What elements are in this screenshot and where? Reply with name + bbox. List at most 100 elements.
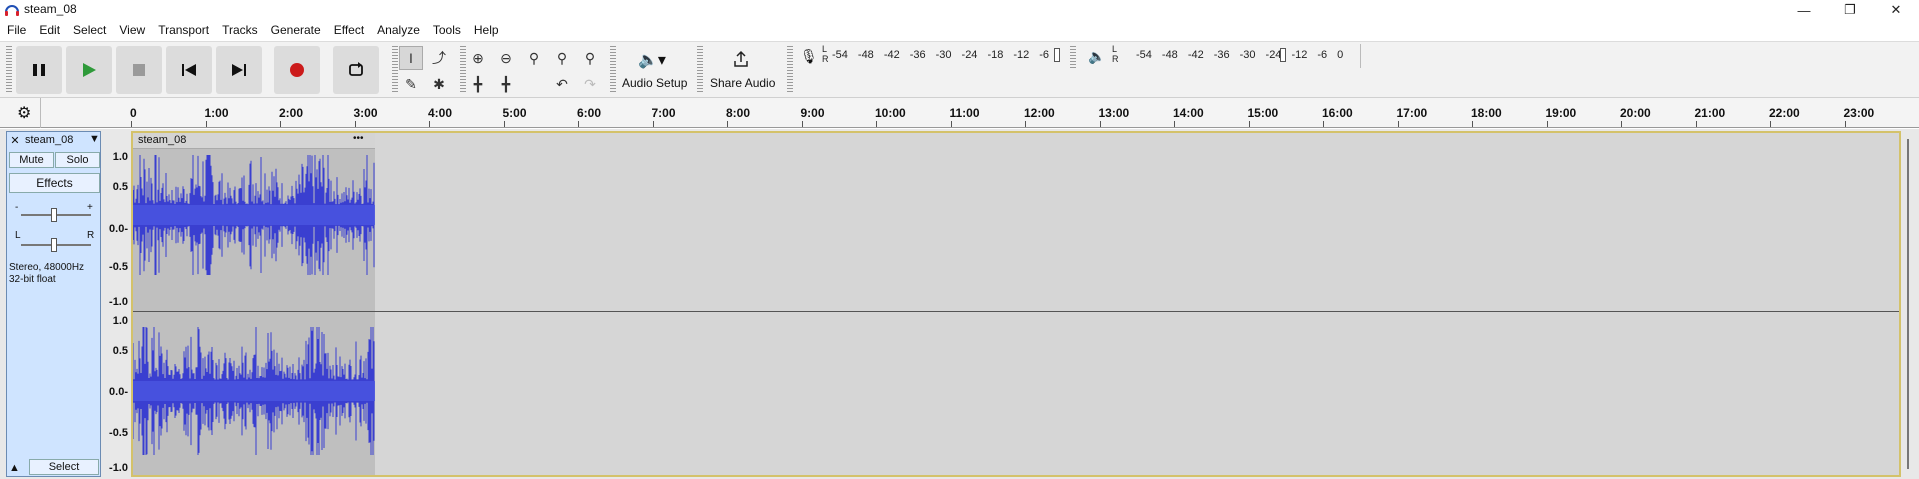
audio-setup-button[interactable]: 🔈▾ Audio Setup — [618, 46, 690, 96]
pencil-icon: ✎ — [405, 75, 417, 92]
solo-button[interactable]: Solo — [55, 152, 100, 168]
ruler-tick — [652, 121, 654, 127]
record-meter-slider-thumb[interactable] — [1054, 48, 1060, 62]
audio-setup-label: Audio Setup — [622, 76, 688, 90]
play-icon — [83, 63, 96, 77]
track-control-panel[interactable]: ✕ steam_08 ▼ Mute Solo Effects - + L R S… — [6, 131, 101, 477]
gain-slider-thumb[interactable] — [51, 208, 57, 222]
mute-button[interactable]: Mute — [9, 152, 54, 168]
playback-meter-slider-thumb[interactable] — [1280, 48, 1286, 62]
undo-button[interactable]: ↶ — [550, 72, 574, 96]
zoom-out-button[interactable]: ⊖ — [494, 46, 518, 70]
record-button[interactable] — [274, 46, 320, 94]
menu-edit[interactable]: Edit — [32, 20, 66, 41]
envelope-tool-button[interactable]: ⤴ — [427, 46, 451, 70]
menu-analyze[interactable]: Analyze — [370, 20, 426, 41]
ruler-tick-label: 3:00 — [353, 106, 378, 120]
ruler-tick-label: 15:00 — [1247, 106, 1279, 120]
fit-project-button[interactable]: ⚲ — [550, 46, 574, 70]
toolbar-grip[interactable] — [392, 46, 398, 94]
zoom-toggle-icon: ⚲ — [584, 49, 596, 66]
ruler-tick-label: 16:00 — [1322, 106, 1353, 120]
record-meter[interactable]: -54 -48 -42 -36 -30 -24 -18 -12 -6 — [832, 47, 1062, 63]
close-icon[interactable]: ✕ — [1873, 0, 1919, 20]
ruler-tick-label: 19:00 — [1545, 106, 1577, 120]
ruler-tick-label: 2:00 — [279, 106, 304, 120]
silence-audio-button[interactable]: ╋ — [494, 72, 518, 96]
microphone-icon[interactable]: 🎙 — [800, 48, 818, 65]
effects-button[interactable]: Effects — [9, 173, 100, 193]
ruler-tick — [801, 121, 803, 127]
toolbar-grip[interactable] — [1070, 46, 1076, 70]
toolbar-grip[interactable] — [6, 46, 12, 94]
ruler-tick-label: 10:00 — [875, 106, 906, 120]
ruler-tick-label: 5:00 — [502, 106, 527, 120]
clip-header[interactable]: steam_08 ••• — [133, 133, 375, 149]
track-format-bits: 32-bit float — [9, 274, 56, 285]
trim-audio-button[interactable]: ╋ — [466, 72, 490, 96]
scale-label: -0.5 — [109, 261, 128, 273]
stop-button[interactable] — [116, 46, 162, 94]
pan-left-label: L — [15, 230, 21, 241]
menu-help[interactable]: Help — [467, 20, 505, 41]
redo-button[interactable]: ↷ — [578, 72, 602, 96]
ruler-tick — [503, 121, 505, 127]
playback-meter[interactable]: -54 -48 -42 -36 -30 -24 -12 -6 0 — [1136, 47, 1361, 63]
draw-tool-button[interactable]: ✎ — [399, 72, 423, 96]
ruler-tick — [429, 121, 430, 127]
skip-to-end-button[interactable] — [216, 46, 262, 94]
timeline-settings-gear-icon[interactable]: ⚙ — [17, 103, 31, 123]
ruler-tick-label: 8:00 — [726, 106, 751, 120]
toolbar: I ⤴ ✎ ✱ ⊕ ⊖ ⚲ ⚲ ⚲ ╋ ╋ ↶ ↷ 🔈▾ Audio Setup… — [0, 41, 1919, 98]
pan-slider-thumb[interactable] — [51, 238, 57, 252]
toolbar-grip[interactable] — [610, 46, 616, 94]
ruler-tick — [1695, 121, 1697, 127]
zoom-toggle-button[interactable]: ⚲ — [578, 46, 602, 70]
track-name-label[interactable]: steam_08 — [25, 134, 73, 146]
play-button[interactable] — [66, 46, 112, 94]
ruler-tick-label: 12:00 — [1024, 106, 1055, 120]
ruler-tick — [205, 121, 207, 127]
loop-button[interactable] — [333, 46, 379, 94]
menu-view[interactable]: View — [112, 20, 151, 41]
audio-clip[interactable]: steam_08 ••• — [133, 133, 375, 475]
menu-effect[interactable]: Effect — [327, 20, 370, 41]
pause-button[interactable] — [16, 46, 62, 94]
collapse-track-icon[interactable]: ▲ — [9, 462, 20, 474]
fit-selection-button[interactable]: ⚲ — [522, 46, 546, 70]
menu-tools[interactable]: Tools — [426, 20, 467, 41]
ruler-tick-label: 23:00 — [1843, 106, 1875, 120]
menu-generate[interactable]: Generate — [264, 20, 327, 41]
close-track-icon[interactable]: ✕ — [9, 134, 21, 148]
record-meter-tick: -24 — [961, 49, 978, 61]
track-canvas[interactable]: steam_08 ••• — [131, 131, 1901, 477]
restore-icon[interactable]: ❐ — [1827, 0, 1873, 20]
ruler-tick — [280, 121, 281, 127]
menu-file[interactable]: File — [0, 20, 32, 41]
skip-end-icon — [232, 64, 246, 76]
toolbar-grip[interactable] — [787, 46, 793, 94]
select-track-button[interactable]: Select — [29, 459, 99, 475]
vertical-scrollbar[interactable] — [1907, 139, 1909, 469]
playback-speaker-icon[interactable]: 🔈 — [1088, 48, 1105, 65]
zoom-in-button[interactable]: ⊕ — [466, 46, 490, 70]
record-icon — [290, 63, 304, 77]
menu-tracks[interactable]: Tracks — [215, 20, 264, 41]
clip-menu-icon[interactable]: ••• — [353, 133, 364, 144]
ruler-tick-label: 20:00 — [1620, 106, 1651, 120]
multi-tool-button[interactable]: ✱ — [427, 72, 451, 96]
minimize-icon[interactable]: — — [1781, 0, 1827, 20]
toolbar-grip[interactable] — [697, 46, 703, 94]
ruler-tick — [131, 121, 132, 127]
track-menu-dropdown-icon[interactable]: ▼ — [89, 133, 100, 145]
menu-select[interactable]: Select — [66, 20, 112, 41]
menu-transport[interactable]: Transport — [151, 20, 215, 41]
ruler-tick-label: 4:00 — [428, 106, 453, 120]
share-audio-button[interactable]: Share Audio — [706, 46, 776, 96]
record-meter-tick: -36 — [909, 49, 926, 61]
skip-to-start-button[interactable] — [166, 46, 212, 94]
meter-r-label: R — [822, 54, 829, 64]
selection-tool-button[interactable]: I — [399, 46, 423, 70]
timeline-ruler[interactable]: ⚙ 0 1:00 2:00 3:00 4:00 5:00 6:00 7:00 8:00 9:00 1… — [0, 98, 1919, 128]
scale-label: 0.0- — [109, 223, 128, 235]
